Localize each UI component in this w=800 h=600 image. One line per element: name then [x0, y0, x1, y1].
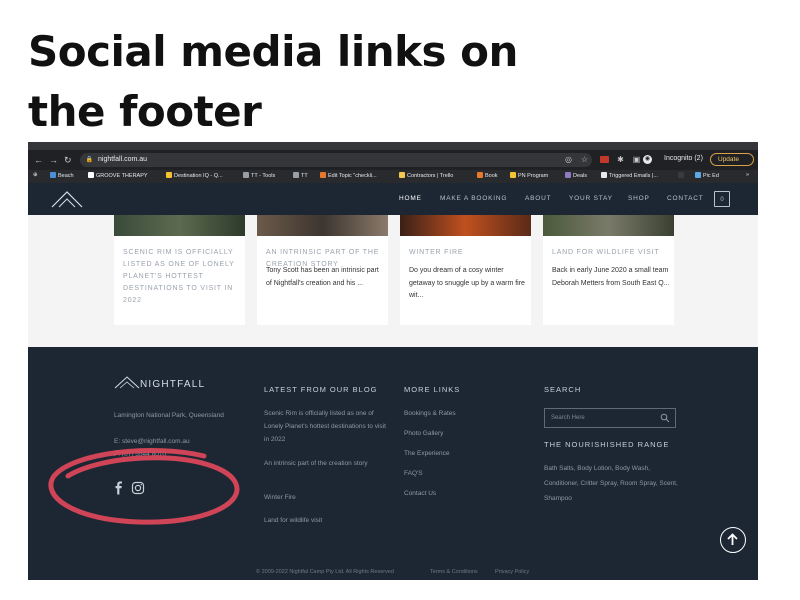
blog-heading: LATEST FROM OUR BLOG	[264, 385, 378, 394]
update-button[interactable]: Update	[710, 153, 754, 166]
footer-address: Lamington National Park, Queensland	[114, 412, 224, 419]
card-image[interactable]	[400, 215, 531, 236]
blog-section: SCENIC RIM IS OFFICIALLY LISTED AS ONE O…	[28, 215, 758, 347]
footer-link-faq[interactable]: FAQ'S	[404, 467, 423, 480]
incognito-label: Incognito (2)	[664, 155, 703, 162]
bookmark-item[interactable]: Deals	[565, 172, 587, 179]
incognito-icon[interactable]: ◉	[643, 155, 652, 164]
footer-search-input[interactable]: Search Here	[544, 408, 676, 428]
cart-button[interactable]: 0	[714, 191, 730, 207]
bookmark-item[interactable]: TT - Tools	[243, 172, 275, 179]
extension-icon[interactable]	[600, 156, 609, 163]
bookmark-item[interactable]: Edit Topic "checkli...	[320, 172, 377, 179]
nav-about[interactable]: ABOUT	[525, 195, 551, 202]
card-title[interactable]: LAND FOR WILDLIFE VISIT	[552, 247, 670, 259]
bookmarks-bar: ⊕ Beach GROOVE THERAPY Destination IQ - …	[28, 170, 758, 183]
bookmark-item[interactable]: Contractors | Trello	[399, 172, 453, 179]
puzzle-icon[interactable]: ✱	[616, 155, 625, 164]
nav-your-stay[interactable]: YOUR STAY	[569, 195, 613, 202]
back-icon[interactable]: ←	[34, 155, 43, 165]
blog-card[interactable]: LAND FOR WILDLIFE VISIT Back in early Ju…	[543, 215, 674, 325]
footer-phone[interactable]: P: (07) 5544 8070	[114, 448, 234, 461]
blog-card[interactable]: AN INTRINSIC PART OF THE CREATION STORY …	[257, 215, 388, 325]
footer-link-experience[interactable]: The Experience	[404, 447, 450, 460]
nightfall-logo-icon[interactable]	[50, 189, 84, 209]
card-title[interactable]: SCENIC RIM IS OFFICIALLY LISTED AS ONE O…	[123, 247, 241, 307]
star-icon[interactable]: ☆	[580, 155, 589, 164]
forward-icon[interactable]: →	[49, 155, 58, 165]
bookmark-item[interactable]	[678, 172, 686, 179]
footer-email[interactable]: E: steve@nightfall.com.au	[114, 435, 234, 448]
footer-logo-icon[interactable]	[114, 375, 140, 389]
bookmark-item[interactable]: Beach	[50, 172, 74, 179]
scroll-to-top-button[interactable]	[720, 527, 746, 553]
website-screenshot: ← → ↻ 🔒 nightfall.com.au ◎ ☆ ✱ ▣ ◉ Incog…	[28, 142, 758, 580]
address-bar[interactable]	[80, 153, 592, 167]
site-header: HOME MAKE A BOOKING ABOUT YOUR STAY SHOP…	[28, 183, 758, 215]
bookmark-item[interactable]: TT	[293, 172, 308, 179]
eye-off-icon[interactable]: ◎	[564, 155, 573, 164]
search-heading: SEARCH	[544, 385, 582, 394]
bookmark-item[interactable]: Book	[477, 172, 498, 179]
blog-card[interactable]: WINTER FIRE Do you dream of a cosy winte…	[400, 215, 531, 325]
nav-shop[interactable]: SHOP	[628, 195, 650, 202]
footer-blog-link[interactable]: Scenic Rim is officially listed as one o…	[264, 407, 390, 446]
footer-link-gallery[interactable]: Photo Gallery	[404, 427, 443, 440]
search-placeholder: Search Here	[551, 415, 585, 421]
range-heading: THE NOURISHISHED RANGE	[544, 440, 670, 449]
bookmark-item[interactable]: GROOVE THERAPY	[88, 172, 148, 179]
card-image[interactable]	[543, 215, 674, 236]
card-excerpt: Back in early June 2020 a small team Deb…	[552, 267, 670, 287]
card-image[interactable]	[257, 215, 388, 236]
footer-blog-link[interactable]: An intrinsic part of the creation story	[264, 457, 390, 470]
bookmark-item[interactable]: Pic Ed	[695, 172, 719, 179]
footer-blog-link[interactable]: Land for wildlife visit	[264, 514, 390, 527]
more-bookmarks-icon[interactable]: »	[746, 172, 749, 178]
url-text: nightfall.com.au	[98, 156, 148, 163]
reload-icon[interactable]: ↻	[64, 155, 72, 165]
more-links-heading: MORE LINKS	[404, 385, 461, 394]
terms-link[interactable]: Terms & Conditions	[430, 569, 478, 575]
lock-icon: 🔒	[85, 157, 94, 163]
facebook-icon[interactable]	[112, 481, 126, 495]
apps-icon[interactable]: ⊕	[33, 172, 38, 178]
footer-blog-link[interactable]: Winter Fire	[264, 491, 390, 504]
nav-make-a-booking[interactable]: MAKE A BOOKING	[440, 195, 507, 202]
card-excerpt: Do you dream of a cosy winter getaway to…	[409, 267, 525, 299]
nav-contact[interactable]: CONTACT	[667, 195, 704, 202]
search-icon[interactable]	[660, 413, 670, 423]
card-excerpt: Tony Scott has been an intrinsic part of…	[266, 267, 379, 287]
arrow-up-icon	[727, 533, 738, 545]
bookmark-item[interactable]: PN Program	[510, 172, 548, 179]
bookmark-item[interactable]: Destination IQ - Q...	[166, 172, 223, 179]
instagram-icon[interactable]	[131, 481, 145, 495]
footer-link-contact[interactable]: Contact Us	[404, 487, 436, 500]
browser-tab-strip	[28, 142, 758, 150]
footer-link-bookings[interactable]: Bookings & Rates	[404, 407, 456, 420]
card-image[interactable]	[114, 215, 245, 236]
footer-brand: NIGHTFALL	[140, 379, 206, 390]
blog-card[interactable]: SCENIC RIM IS OFFICIALLY LISTED AS ONE O…	[114, 215, 245, 325]
browser-toolbar: ← → ↻ 🔒 nightfall.com.au ◎ ☆ ✱ ▣ ◉ Incog…	[28, 150, 758, 170]
card-title[interactable]: WINTER FIRE	[409, 247, 527, 259]
copyright-text: © 2009-2022 Nightfal Camp Pty Ltd. All R…	[256, 569, 394, 575]
range-products: Bath Salts, Body Lotion, Body Wash, Cond…	[544, 465, 678, 502]
privacy-link[interactable]: Privacy Policy	[495, 569, 529, 575]
tab-search-icon[interactable]: ▣	[632, 155, 641, 164]
slide-title: Social media links on the footer	[28, 27, 518, 136]
bookmark-item[interactable]: Triggered Emails |...	[601, 172, 658, 179]
site-footer: NIGHTFALL Lamington National Park, Queen…	[28, 347, 758, 580]
nav-home[interactable]: HOME	[399, 195, 422, 202]
